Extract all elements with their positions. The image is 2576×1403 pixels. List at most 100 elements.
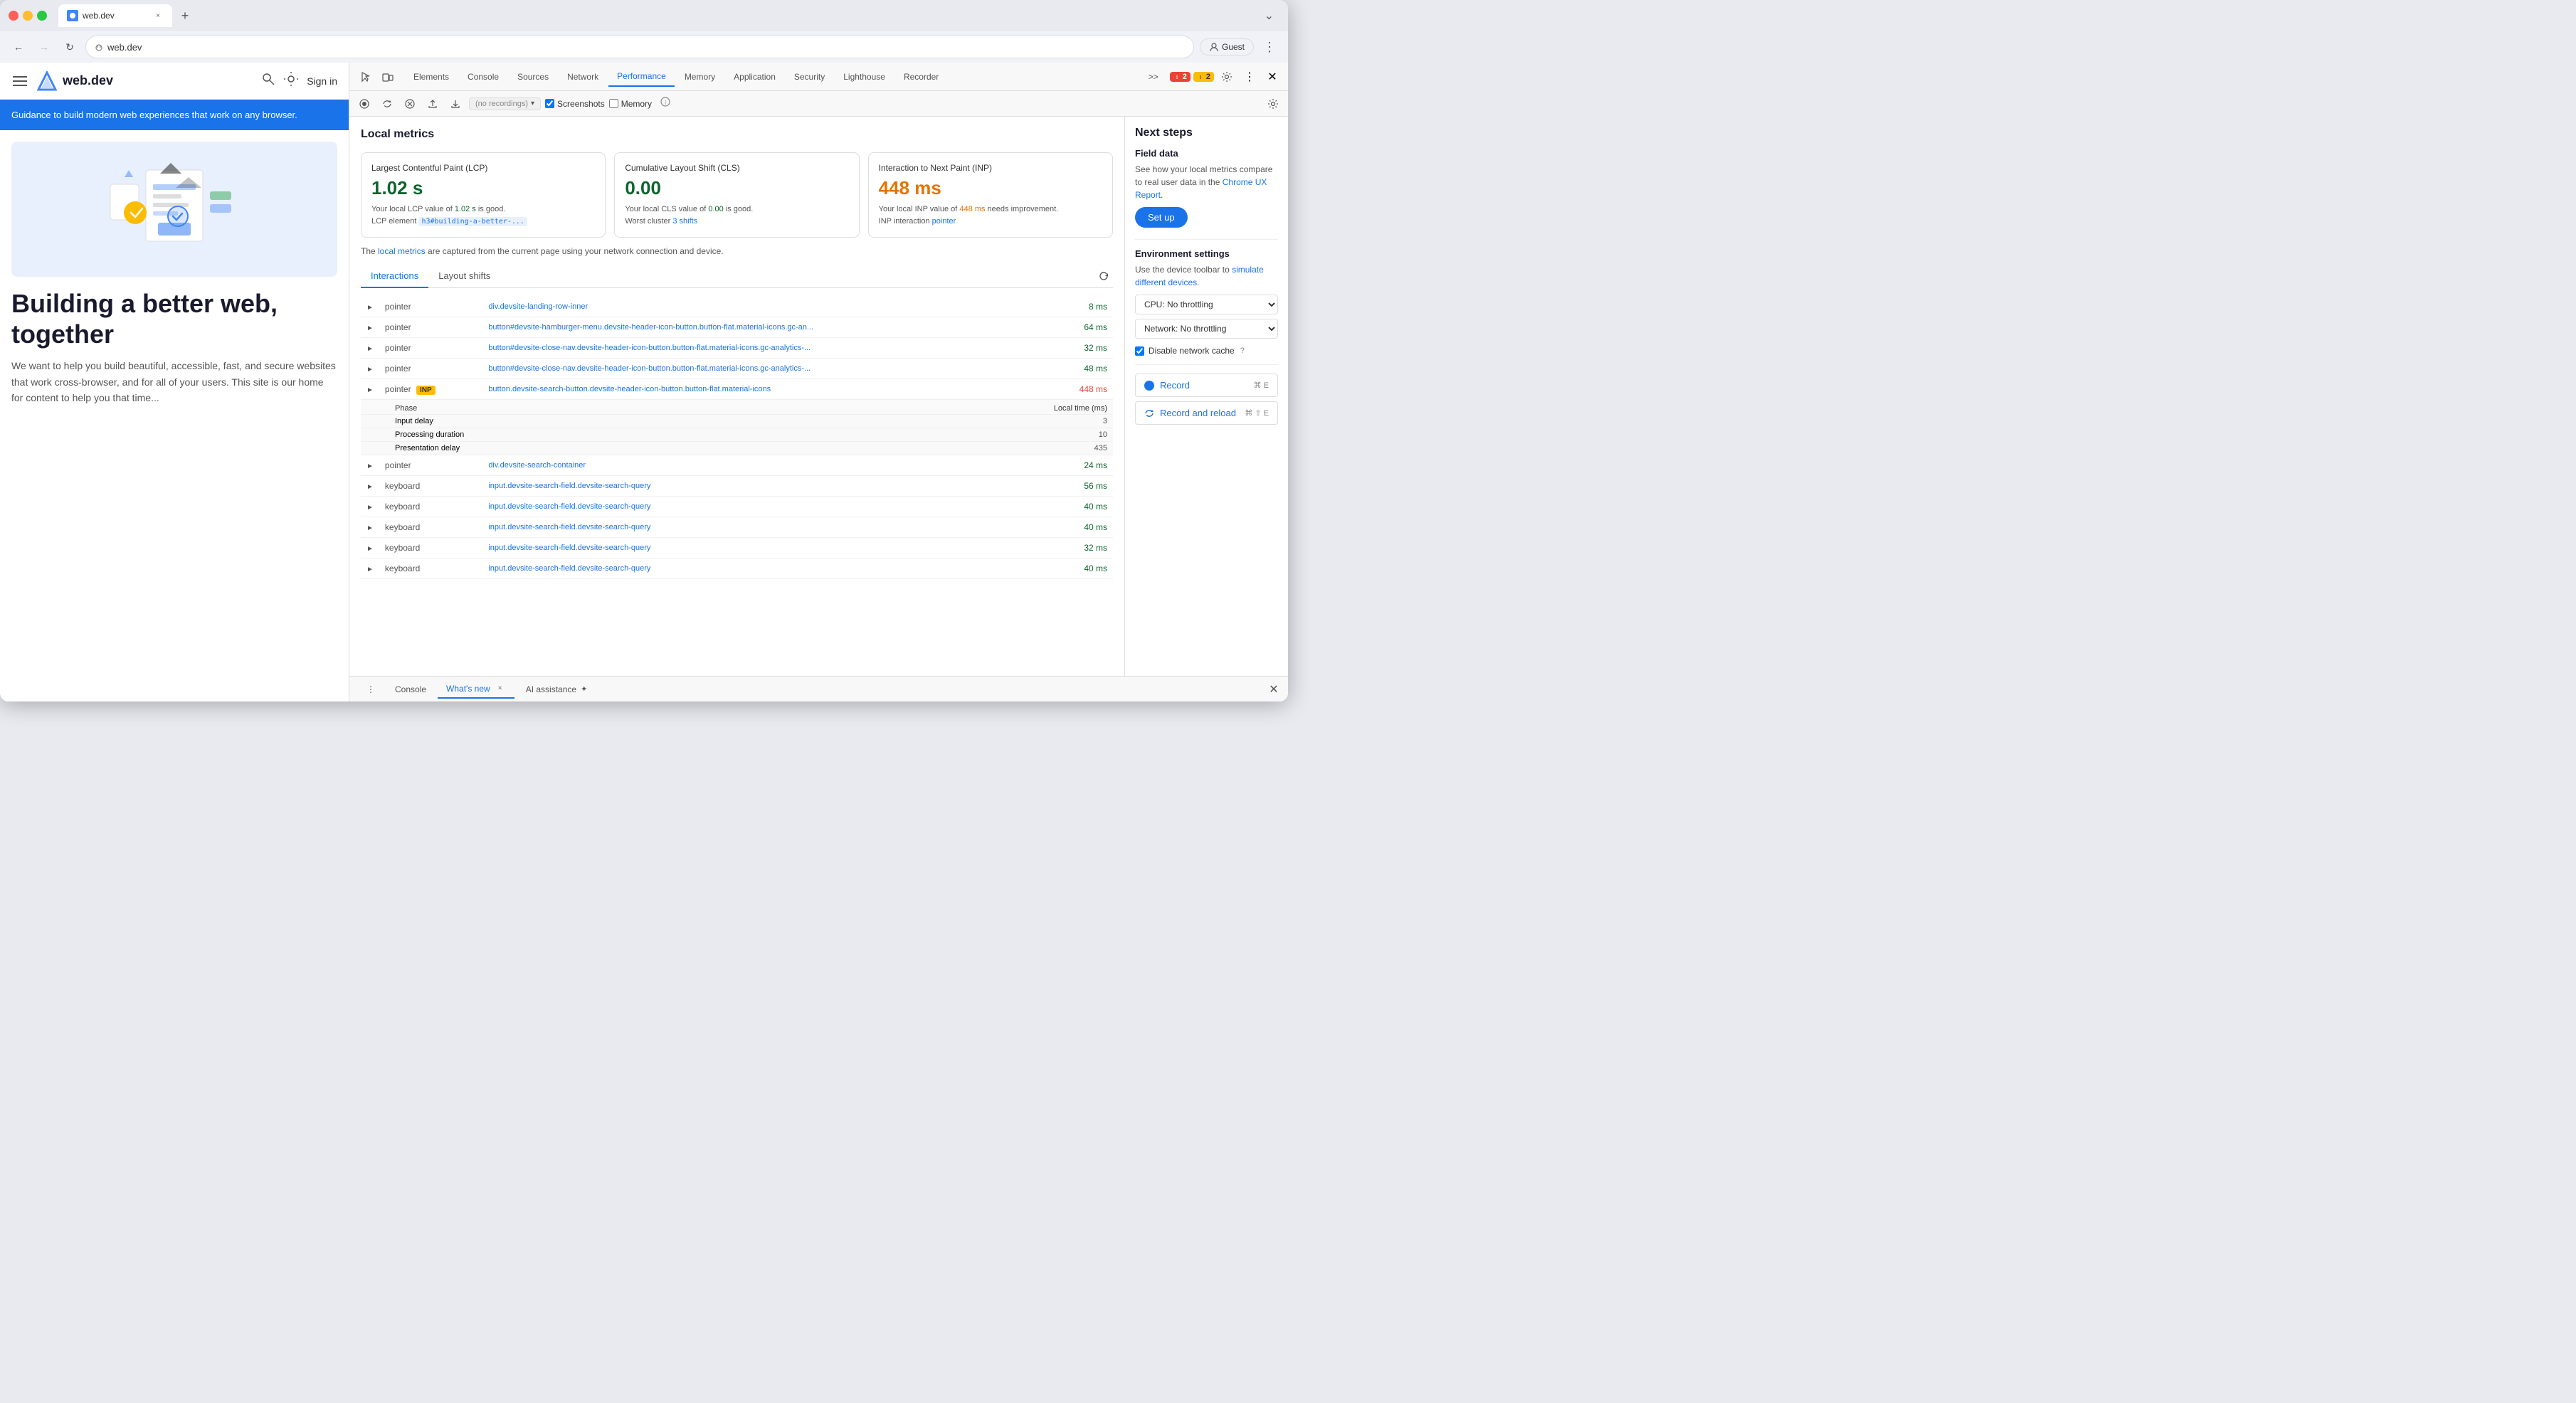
sign-in-button[interactable]: Sign in [307, 75, 337, 87]
expand-arrow-icon[interactable]: ► [366, 366, 374, 374]
record-reload-button-large[interactable]: Record and reload ⌘ ⇧ E [1135, 401, 1278, 425]
back-button[interactable]: ← [9, 37, 28, 57]
refresh-interactions-button[interactable] [1094, 267, 1113, 285]
recording-selector[interactable]: (no recordings) ▾ [469, 97, 541, 110]
devtools-toolbar: (no recordings) ▾ Screenshots Memory i [349, 91, 1288, 117]
browser-tab[interactable]: web.dev × [58, 4, 172, 27]
whats-new-bottom-tab[interactable]: What's new × [438, 680, 514, 699]
screenshots-checkbox[interactable]: Screenshots [545, 99, 605, 109]
disable-cache-input[interactable] [1135, 346, 1144, 356]
setup-button[interactable]: Set up [1135, 207, 1188, 228]
tab-more[interactable]: >> [1140, 68, 1167, 86]
local-metrics-link[interactable]: local metrics [378, 246, 426, 256]
tab-sources[interactable]: Sources [509, 68, 557, 86]
reload-button[interactable]: ↻ [60, 37, 80, 57]
disable-cache-checkbox[interactable]: Disable network cache ? [1135, 346, 1278, 356]
inspect-element-button[interactable] [355, 67, 375, 87]
network-throttling-select[interactable]: Network: No throttling Fast 3G Slow 3G [1135, 319, 1278, 339]
int-selector: input.devsite-search-field.devsite-searc… [482, 517, 1047, 538]
tab-console[interactable]: Console [459, 68, 507, 86]
hero-illustration [11, 142, 337, 277]
int-type: pointer [379, 455, 482, 476]
cpu-throttling-select[interactable]: CPU: No throttling 4x slowdown 6x slowdo… [1135, 295, 1278, 314]
table-row: ► keyboard input.devsite-search-field.de… [361, 497, 1113, 517]
int-time: 40 ms [1047, 558, 1113, 579]
webdev-logo-icon [37, 71, 57, 91]
close-devtools-button[interactable]: ✕ [1262, 67, 1282, 87]
close-all-bottom-button[interactable]: ✕ [1265, 681, 1282, 698]
int-time: 32 ms [1047, 338, 1113, 359]
ai-assistance-bottom-tab[interactable]: AI assistance ✦ [517, 682, 596, 697]
window-expand-icon[interactable]: ⌄ [1259, 9, 1279, 23]
hero-title: Building a better web, together [11, 288, 337, 349]
expand-arrow-icon[interactable]: ► [366, 566, 374, 573]
interactions-tab[interactable]: Interactions [361, 265, 428, 288]
chrome-ux-report-link[interactable]: Chrome UX Report [1135, 177, 1267, 200]
layout-shifts-tab[interactable]: Layout shifts [428, 265, 500, 288]
env-settings-title: Environment settings [1135, 248, 1278, 259]
screenshots-input[interactable] [545, 99, 554, 108]
tab-network[interactable]: Network [559, 68, 607, 86]
theme-toggle-button[interactable] [284, 72, 298, 90]
browser-menu-button[interactable]: ⋮ [1260, 37, 1279, 57]
console-bottom-tab[interactable]: Console [386, 682, 435, 697]
tab-application[interactable]: Application [725, 68, 784, 86]
download-button[interactable] [446, 95, 465, 113]
device-toolbar-button[interactable] [378, 67, 398, 87]
expand-arrow-icon[interactable]: ► [366, 345, 374, 353]
reload-record-button[interactable] [378, 95, 396, 113]
address-bar[interactable]: web.dev [85, 36, 1194, 58]
memory-info-icon: i [660, 97, 670, 110]
hero-svg [68, 149, 281, 270]
whats-new-close-button[interactable]: × [495, 683, 506, 694]
new-tab-button[interactable]: + [175, 6, 195, 26]
tab-security[interactable]: Security [786, 68, 833, 86]
record-button[interactable] [355, 95, 374, 113]
expand-arrow-icon[interactable]: ► [366, 386, 374, 394]
site-search-button[interactable] [261, 72, 275, 90]
memory-checkbox[interactable]: Memory [609, 99, 652, 109]
ai-label: AI assistance [526, 684, 576, 694]
guest-button[interactable]: Guest [1200, 38, 1254, 55]
expand-arrow-icon[interactable]: ► [366, 462, 374, 470]
settings-button[interactable] [1217, 67, 1237, 87]
svg-text:!: ! [1200, 75, 1201, 80]
record-button-large[interactable]: Record ⌘ E [1135, 374, 1278, 397]
expand-arrow-icon[interactable]: ► [366, 524, 374, 532]
record-shortcut: ⌘ E [1254, 381, 1269, 390]
toolbar-settings-button[interactable] [1264, 95, 1282, 113]
clear-button[interactable] [401, 95, 419, 113]
simulate-devices-link[interactable]: simulate different devices [1135, 265, 1264, 287]
expand-arrow-icon[interactable]: ► [366, 483, 374, 491]
search-icon [261, 72, 275, 86]
website-content: web.dev Sign in Guidance to build modern… [0, 63, 349, 702]
table-row: ► keyboard input.devsite-search-field.de… [361, 558, 1113, 579]
close-traffic-light[interactable] [9, 11, 19, 21]
maximize-traffic-light[interactable] [37, 11, 47, 21]
tab-recorder[interactable]: Recorder [895, 68, 947, 86]
memory-input[interactable] [609, 99, 618, 108]
tab-elements[interactable]: Elements [405, 68, 458, 86]
int-type: keyboard [379, 497, 482, 517]
env-settings-section: Environment settings Use the device tool… [1135, 248, 1278, 356]
more-options-button[interactable]: ⋮ [1240, 67, 1260, 87]
minimize-traffic-light[interactable] [23, 11, 33, 21]
sun-icon [284, 72, 298, 86]
expand-arrow-icon[interactable]: ► [366, 504, 374, 512]
site-hamburger-button[interactable] [11, 73, 28, 90]
expand-arrow-icon[interactable]: ► [366, 545, 374, 553]
tab-close-button[interactable]: × [152, 10, 164, 21]
tab-lighthouse[interactable]: Lighthouse [835, 68, 894, 86]
reload-small-icon [1144, 408, 1154, 418]
bottom-bar-menu[interactable]: ⋮ [358, 682, 384, 697]
expand-arrow-icon[interactable]: ► [366, 324, 374, 332]
lcp-desc: Your local LCP value of 1.02 s is good. … [371, 203, 595, 227]
expand-arrow-icon[interactable]: ► [366, 304, 374, 312]
forward-button[interactable]: → [34, 37, 54, 57]
whats-new-label: What's new [446, 684, 490, 694]
screenshots-label: Screenshots [557, 99, 605, 109]
tab-performance[interactable]: Performance [608, 67, 675, 87]
tab-memory[interactable]: Memory [676, 68, 724, 86]
phase-header: Phase Local time (ms) [361, 400, 1113, 414]
upload-button[interactable] [423, 95, 442, 113]
